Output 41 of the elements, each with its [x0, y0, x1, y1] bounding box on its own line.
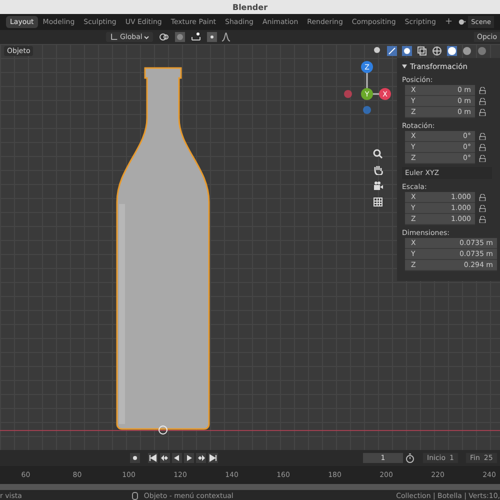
play-icon[interactable] — [184, 453, 194, 463]
caret-icon — [144, 34, 150, 40]
falloff-curve-icon[interactable] — [221, 32, 232, 42]
lock-icon[interactable] — [479, 98, 486, 105]
overlay-icon[interactable] — [402, 46, 412, 56]
lock-icon[interactable] — [479, 109, 486, 116]
collapse-icon[interactable] — [402, 64, 407, 68]
wireframe-shading-icon[interactable] — [432, 46, 442, 56]
lock-icon[interactable] — [479, 205, 486, 212]
lock-icon[interactable] — [479, 194, 486, 201]
render-shading-icon[interactable] — [477, 46, 487, 56]
snap-target-icon[interactable] — [189, 32, 204, 42]
stopwatch-icon[interactable] — [405, 453, 415, 463]
visibility-icon[interactable] — [372, 46, 382, 56]
lock-icon[interactable] — [479, 87, 486, 94]
mouse-icon — [132, 492, 138, 500]
solid-shading-icon[interactable] — [447, 46, 457, 56]
lock-icon[interactable] — [479, 216, 486, 223]
camera-icon[interactable] — [373, 181, 383, 191]
add-tab-button[interactable]: + — [440, 17, 456, 27]
material-shading-icon[interactable] — [462, 46, 472, 56]
zoom-icon[interactable] — [373, 149, 383, 159]
jump-start-icon[interactable] — [148, 453, 158, 463]
play-reverse-icon[interactable] — [172, 453, 182, 463]
xray-icon[interactable] — [417, 46, 427, 56]
prev-keyframe-icon[interactable] — [160, 453, 170, 463]
lock-icon[interactable] — [479, 144, 486, 151]
scene-icon[interactable] — [458, 17, 468, 27]
axes-icon — [110, 33, 118, 41]
jump-end-icon[interactable] — [208, 453, 218, 463]
pivot-icon[interactable] — [157, 32, 172, 42]
hand-icon[interactable] — [373, 165, 383, 175]
grid-icon[interactable] — [373, 197, 383, 207]
lock-icon[interactable] — [479, 133, 486, 140]
record-icon[interactable] — [130, 453, 140, 463]
gizmo-toggle-icon[interactable] — [387, 46, 397, 56]
proportional-edit-icon[interactable] — [207, 32, 218, 42]
next-keyframe-icon[interactable] — [196, 453, 206, 463]
lock-icon[interactable] — [479, 155, 486, 162]
snap-icon[interactable] — [175, 32, 186, 42]
window-title: Blender — [0, 0, 500, 14]
